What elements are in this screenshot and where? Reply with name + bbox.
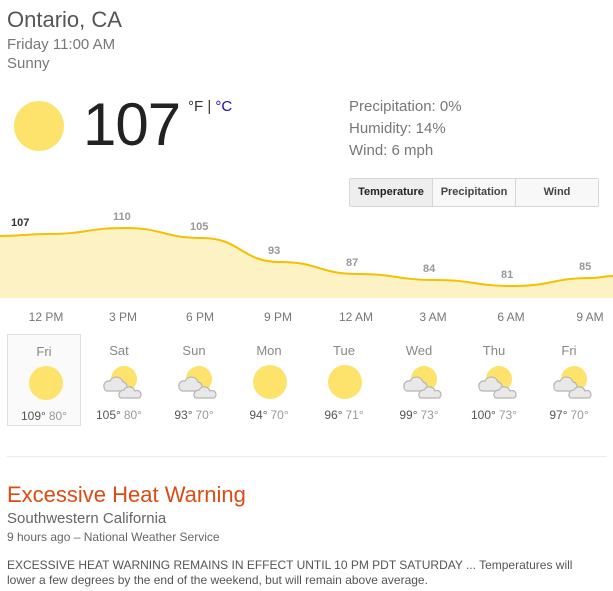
forecast-day[interactable]: Mon 94° 70° (232, 334, 306, 426)
hour-axis: 12 PM 3 PM 6 PM 9 PM 12 AM 3 AM 6 AM 9 AM (0, 310, 613, 326)
weather-details: Precipitation: 0% Humidity: 14% Wind: 6 … (349, 96, 462, 162)
alert-title[interactable]: Excessive Heat Warning (7, 482, 246, 508)
sun-icon (326, 363, 364, 401)
forecast-day-name: Tue (333, 343, 355, 358)
current-condition: Sunny (7, 55, 50, 72)
forecast-low: 70° (270, 408, 289, 422)
forecast-temps: 105° 80° (82, 408, 156, 422)
temperature-label: 107 (11, 217, 29, 229)
temperature-label: 87 (346, 257, 358, 269)
forecast-low: 80° (123, 408, 142, 422)
forecast-day-name: Sat (109, 343, 129, 358)
temperature-chart: 107 110 105 93 87 84 81 85 (0, 212, 613, 298)
temperature-label: 85 (579, 261, 591, 273)
forecast-temps: 109° 80° (8, 409, 80, 423)
forecast-day[interactable]: Fri 109° 80° (7, 334, 81, 426)
current-datetime: Friday 11:00 AM (7, 36, 116, 53)
tab-temperature[interactable]: Temperature (350, 179, 432, 206)
partly-cloudy-icon (176, 363, 217, 401)
unit-celsius[interactable]: °C (215, 98, 232, 115)
forecast-high: 100° (471, 408, 496, 422)
forecast-high: 109° (21, 409, 46, 423)
daily-forecast: Fri 109° 80° Sat 105° 80° Sun 93° 70° Mon 94° 70° Tu… (0, 334, 613, 429)
tab-wind[interactable]: Wind (515, 179, 598, 206)
partly-cloudy-icon (101, 363, 142, 401)
unit-fahrenheit[interactable]: °F (188, 98, 203, 115)
forecast-temps: 96° 71° (307, 408, 381, 422)
forecast-high: 94° (249, 408, 268, 422)
forecast-day-name: Thu (482, 343, 506, 358)
forecast-day-name: Wed (405, 343, 433, 358)
current-temperature: 107 (83, 91, 181, 158)
divider (7, 456, 607, 457)
temperature-label: 81 (501, 269, 513, 281)
forecast-high: 97° (549, 408, 568, 422)
forecast-temps: 93° 70° (157, 408, 231, 422)
forecast-high: 105° (96, 408, 121, 422)
sun-icon (14, 101, 64, 151)
temperature-label: 84 (423, 263, 436, 275)
temperature-label: 93 (268, 245, 280, 257)
temperature-label: 105 (190, 221, 208, 233)
hour-label: 6 AM (497, 310, 525, 324)
forecast-day[interactable]: Tue 96° 71° (307, 334, 381, 426)
partly-cloudy-icon (476, 363, 517, 401)
forecast-day[interactable]: Sun 93° 70° (157, 334, 231, 426)
forecast-low: 70° (195, 408, 214, 422)
forecast-temps: 99° 73° (382, 408, 456, 422)
hour-label: 3 PM (108, 310, 138, 324)
forecast-low: 71° (345, 408, 364, 422)
partly-cloudy-icon (551, 363, 592, 401)
forecast-high: 93° (174, 408, 193, 422)
alert-source: 9 hours ago – National Weather Service (7, 530, 220, 544)
forecast-high: 96° (324, 408, 343, 422)
forecast-low: 73° (420, 408, 439, 422)
forecast-day[interactable]: Wed 99° 73° (382, 334, 456, 426)
partly-cloudy-icon (401, 363, 442, 401)
forecast-temps: 97° 70° (532, 408, 606, 422)
tab-precipitation[interactable]: Precipitation (432, 179, 515, 206)
wind-value: Wind: 6 mph (349, 142, 434, 159)
forecast-day-name: Sun (182, 343, 206, 358)
forecast-temps: 100° 73° (457, 408, 531, 422)
sun-icon (27, 364, 65, 402)
temperature-area (0, 228, 613, 298)
forecast-low: 80° (48, 409, 67, 423)
sun-icon (251, 363, 289, 401)
hour-label: 12 PM (28, 310, 64, 324)
hour-label: 6 PM (185, 310, 215, 324)
hour-label: 3 AM (419, 310, 447, 324)
forecast-day[interactable]: Thu 100° 73° (457, 334, 531, 426)
forecast-day-name: Fri (561, 343, 577, 358)
forecast-day[interactable]: Fri 97° 70° (532, 334, 606, 426)
forecast-high: 99° (399, 408, 418, 422)
forecast-low: 70° (570, 408, 589, 422)
alert-region: Southwestern California (7, 510, 167, 527)
forecast-day[interactable]: Sat 105° 80° (82, 334, 156, 426)
forecast-day-name: Fri (36, 344, 52, 359)
chart-tabs: Temperature Precipitation Wind (349, 178, 599, 207)
hour-label: 9 AM (576, 310, 604, 324)
forecast-day-name: Mon (256, 343, 282, 358)
forecast-temps: 94° 70° (232, 408, 306, 422)
hour-label: 12 AM (338, 310, 374, 324)
precipitation-value: Precipitation: 0% (349, 98, 462, 115)
unit-toggle: °F | °C (188, 98, 232, 115)
location-title: Ontario, CA (7, 7, 122, 32)
humidity-value: Humidity: 14% (349, 120, 446, 137)
temperature-label: 110 (113, 212, 131, 223)
alert-description: EXCESSIVE HEAT WARNING REMAINS IN EFFECT… (7, 558, 573, 587)
forecast-low: 73° (498, 408, 517, 422)
hour-label: 9 PM (263, 310, 293, 324)
unit-separator: | (203, 98, 216, 115)
